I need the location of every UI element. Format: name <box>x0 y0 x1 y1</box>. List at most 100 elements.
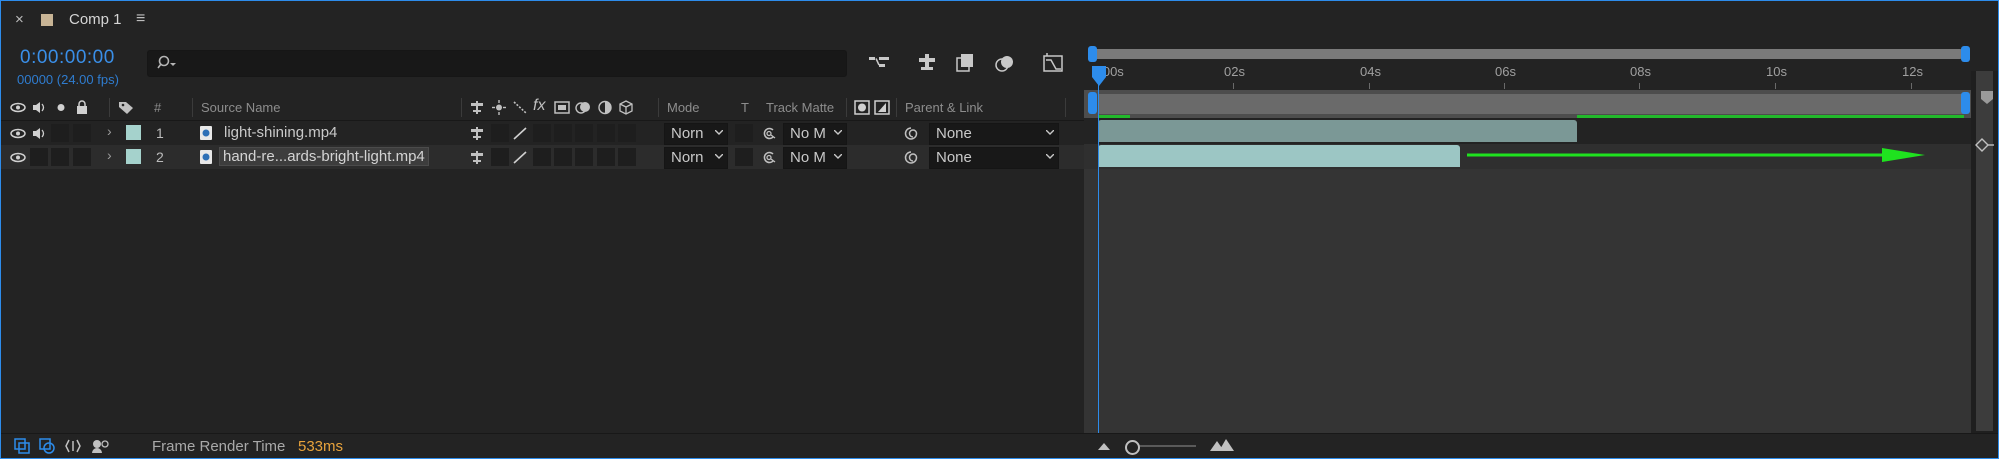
matte-invert-header-icon[interactable] <box>874 100 890 115</box>
track-matte-dropdown[interactable]: No M <box>783 147 847 169</box>
blend-mode-dropdown[interactable]: Norn <box>664 147 728 169</box>
layer-2-duration-bar[interactable] <box>1098 145 1460 167</box>
eye-visibility-icon[interactable] <box>10 150 26 165</box>
layer-source-name[interactable]: hand-re...ards-bright-light.mp4 <box>219 147 429 166</box>
comp-marker-bin-icon[interactable] <box>1979 89 1995 105</box>
playhead-marker-icon[interactable] <box>1090 65 1108 87</box>
column-mode-header[interactable]: Mode <box>667 100 700 115</box>
layer-search-input[interactable] <box>147 50 847 77</box>
zoom-out-icon[interactable] <box>1097 440 1111 452</box>
current-time-display[interactable]: 0:00:00:00 <box>20 47 115 69</box>
parent-dropdown[interactable]: None <box>929 123 1059 145</box>
eye-header-icon[interactable] <box>10 100 26 115</box>
column-track-matte-header[interactable]: Track Matte <box>766 100 834 115</box>
shy-switch-icon[interactable] <box>469 126 485 141</box>
track-matte-dropdown[interactable]: No M <box>783 123 847 145</box>
quality-header-icon[interactable] <box>512 100 528 115</box>
work-area-end-icon[interactable] <box>1974 137 1996 153</box>
render-time-toggle-icon[interactable] <box>91 438 109 454</box>
column-source-name-header[interactable]: Source Name <box>201 100 280 115</box>
navigator-end-handle[interactable] <box>1961 46 1970 62</box>
search-icon[interactable] <box>157 54 179 72</box>
preserve-transparency-toggle[interactable] <box>735 148 753 166</box>
collapse-switch[interactable] <box>491 124 509 142</box>
parent-pickwhip-icon[interactable] <box>903 126 919 141</box>
vertical-scrollbar[interactable] <box>1971 71 1998 433</box>
expand-chevron-icon[interactable]: › <box>107 147 112 163</box>
frame-blend-switch[interactable] <box>554 148 572 166</box>
motion-blur-icon[interactable] <box>993 52 1017 74</box>
layer-row[interactable]: › 1 light-shining.mp4 Norn No M None <box>1 121 1084 145</box>
column-t-header[interactable]: T <box>741 100 749 115</box>
3d-layer-switch[interactable] <box>618 124 636 142</box>
layer-source-name[interactable]: light-shining.mp4 <box>221 124 340 141</box>
track-matte-pickwhip-icon[interactable] <box>761 126 777 141</box>
effects-header-icon[interactable]: fx <box>533 97 545 115</box>
tab-comp-title[interactable]: Comp 1 <box>69 11 122 28</box>
track-matte-pickwhip-icon[interactable] <box>761 150 777 165</box>
frame-blend-header-icon[interactable] <box>554 100 570 115</box>
adjustment-switch[interactable] <box>597 148 615 166</box>
adjustment-switch[interactable] <box>597 124 615 142</box>
lock-toggle[interactable] <box>73 124 91 142</box>
comp-flowchart-icon[interactable] <box>867 52 891 74</box>
shy-header-icon[interactable] <box>469 100 485 115</box>
blend-mode-dropdown[interactable]: Norn <box>664 123 728 145</box>
chevron-down-icon <box>715 154 723 159</box>
parent-pickwhip-icon[interactable] <box>903 150 919 165</box>
motion-blur-switch[interactable] <box>575 148 593 166</box>
preserve-transparency-toggle[interactable] <box>735 124 753 142</box>
column-parent-link-header[interactable]: Parent & Link <box>905 100 983 115</box>
frame-blend-switch[interactable] <box>554 124 572 142</box>
time-navigator-bar[interactable] <box>1089 49 1963 59</box>
adjustment-layer-header-icon[interactable] <box>597 100 613 115</box>
parent-dropdown[interactable]: None <box>929 147 1059 169</box>
layer-label-color[interactable] <box>126 149 141 164</box>
draft-3d-icon[interactable] <box>915 52 939 74</box>
transfer-controls-toggle-icon[interactable] <box>39 438 55 454</box>
collapse-transform-header-icon[interactable] <box>491 100 507 115</box>
playhead-line[interactable] <box>1098 71 1099 433</box>
matte-alpha-header-icon[interactable] <box>854 100 870 115</box>
layer-label-color[interactable] <box>126 125 141 140</box>
frame-blending-icon[interactable] <box>954 52 978 74</box>
eye-visibility-icon[interactable] <box>10 126 26 141</box>
zoom-slider-thumb[interactable] <box>1125 440 1140 455</box>
tab-close-button[interactable]: × <box>15 11 24 28</box>
expand-chevron-icon[interactable]: › <box>107 123 112 139</box>
effects-switch[interactable] <box>533 148 551 166</box>
layer-1-duration-bar[interactable] <box>1098 120 1577 142</box>
scrollbar-thumb[interactable] <box>1976 71 1993 431</box>
motion-blur-switch[interactable] <box>575 124 593 142</box>
graph-editor-icon[interactable] <box>1041 52 1065 74</box>
label-tag-icon[interactable] <box>118 100 134 115</box>
zoom-in-icon[interactable] <box>1209 438 1235 452</box>
3d-layer-header-icon[interactable] <box>618 100 634 115</box>
shy-switch-icon[interactable] <box>469 150 485 165</box>
work-area-bar[interactable] <box>1098 94 1964 114</box>
panel-menu-icon[interactable]: ≡ <box>136 10 145 28</box>
layer-switches-toggle-icon[interactable] <box>14 438 30 454</box>
layer-row[interactable]: › 2 hand-re...ards-bright-light.mp4 Norn… <box>1 145 1084 169</box>
solo-toggle[interactable] <box>51 124 69 142</box>
work-area-end-handle[interactable] <box>1961 92 1970 114</box>
motion-blur-header-icon[interactable] <box>575 100 591 115</box>
lock-header-icon[interactable] <box>74 100 90 115</box>
solo-header-icon[interactable] <box>53 100 69 115</box>
arrow-annotation-icon <box>1467 148 1925 162</box>
time-ruler-label: 04s <box>1360 64 1381 79</box>
lock-toggle[interactable] <box>73 148 91 166</box>
in-out-panes-toggle-icon[interactable] <box>65 438 81 454</box>
collapse-switch[interactable] <box>491 148 509 166</box>
audio-toggle-icon[interactable] <box>31 126 47 141</box>
solo-toggle[interactable] <box>51 148 69 166</box>
work-area-start-handle[interactable] <box>1088 92 1097 114</box>
navigator-start-handle[interactable] <box>1088 46 1097 62</box>
effects-switch[interactable] <box>533 124 551 142</box>
audio-header-icon[interactable] <box>31 100 47 115</box>
quality-switch-icon[interactable] <box>512 150 528 165</box>
quality-switch-icon[interactable] <box>512 126 528 141</box>
3d-layer-switch[interactable] <box>618 148 636 166</box>
column-number-header: # <box>154 100 162 115</box>
audio-toggle[interactable] <box>30 148 48 166</box>
